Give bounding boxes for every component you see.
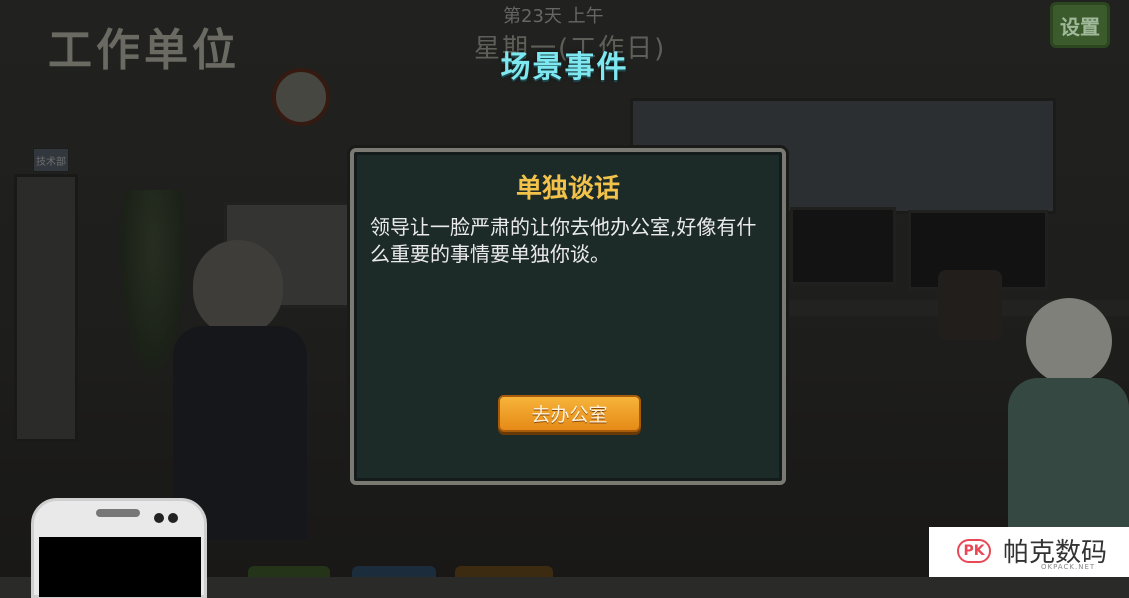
phone-icon[interactable] (31, 498, 207, 598)
watermark-logo: PK (957, 539, 991, 563)
watermark-subtext: OKPACK.NET (1041, 563, 1096, 571)
dialog-title: 单独谈话 (515, 174, 620, 204)
phone-screen (39, 537, 201, 597)
event-header: 场景事件 (500, 50, 629, 85)
phone-camera (154, 513, 164, 523)
day-label: 第23天 上午 (503, 6, 604, 27)
watermark: PK 帕克数码 OKPACK.NET (929, 527, 1129, 577)
event-dialog: 单独谈话 领导让一脸严肃的让你去他办公室,好像有什么重要的事情要单独你谈。 去办… (350, 148, 786, 485)
go-to-office-button[interactable]: 去办公室 (498, 395, 641, 432)
dialog-text: 领导让一脸严肃的让你去他办公室,好像有什么重要的事情要单独你谈。 (370, 215, 757, 266)
phone-speaker (96, 509, 140, 517)
phone-camera (168, 513, 178, 523)
